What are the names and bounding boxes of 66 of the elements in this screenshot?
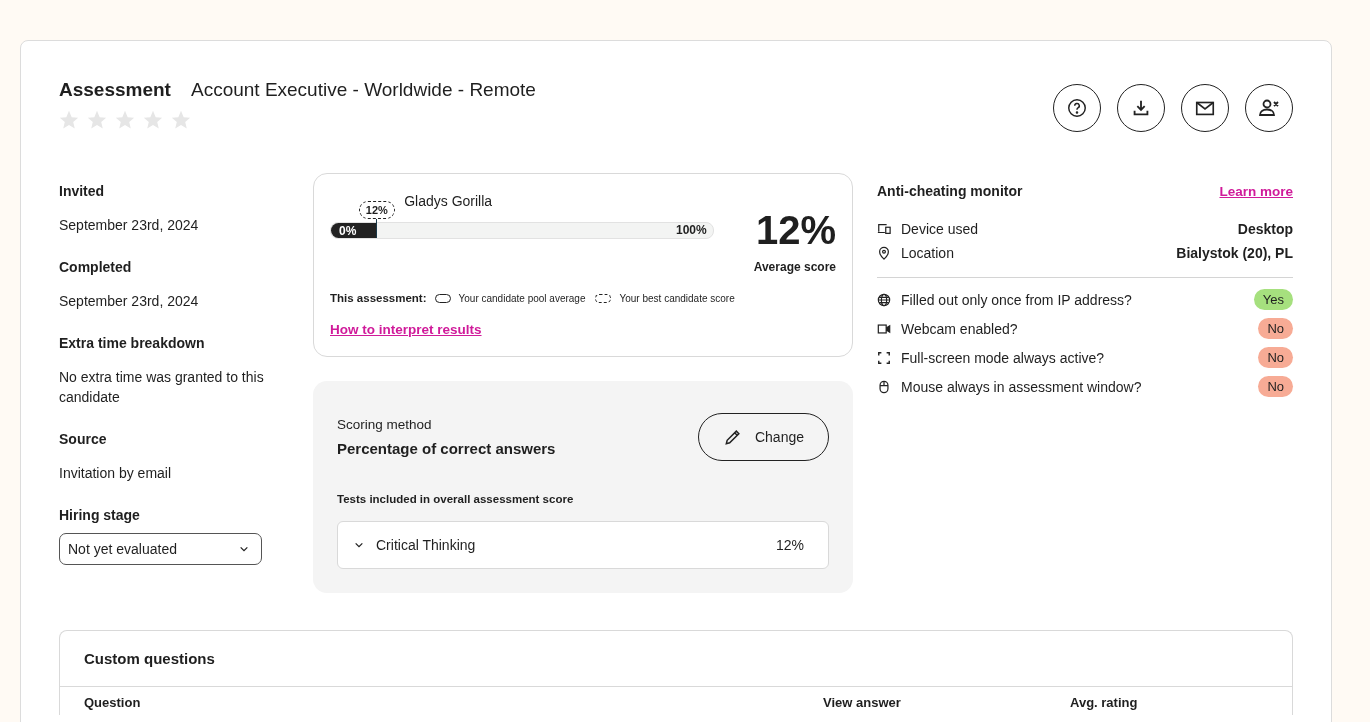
candidate-name: Gladys Gorilla — [404, 193, 493, 209]
check-label: Mouse always in assessment window? — [901, 378, 1143, 395]
download-button[interactable] — [1117, 84, 1165, 132]
remove-candidate-button[interactable] — [1245, 84, 1293, 132]
column-header: Avg. rating — [1070, 695, 1138, 710]
fullscreen-icon — [877, 350, 891, 365]
star-icon[interactable] — [142, 109, 164, 131]
detail-label: Completed — [59, 259, 133, 275]
pencil-icon — [722, 427, 743, 447]
star-icon[interactable] — [114, 109, 136, 131]
detail-value: September 23rd, 2024 — [59, 216, 200, 235]
info-label: Device used — [901, 221, 980, 237]
info-value: Desktop — [1237, 221, 1293, 237]
check-result: No — [1258, 318, 1293, 339]
location-pin-icon — [877, 246, 891, 260]
hiring-stage-dropdown[interactable]: Not yet evaluated — [59, 533, 262, 565]
average-score-label: Average score — [753, 260, 836, 274]
detail-value: No extra time was granted to this candidate — [59, 368, 265, 407]
star-icon[interactable] — [58, 109, 80, 131]
min-label: 0% — [338, 223, 357, 238]
check-result: No — [1258, 347, 1293, 368]
check-label: Webcam enabled? — [901, 320, 1019, 337]
chevron-down-icon — [354, 540, 364, 550]
chevron-down-icon — [239, 544, 249, 554]
help-icon — [1066, 97, 1088, 119]
check-result: No — [1258, 376, 1293, 397]
max-label: 100% — [676, 223, 707, 238]
test-score: 12% — [775, 537, 804, 553]
detail-label: Extra time breakdown — [59, 335, 206, 351]
detail-label: Hiring stage — [59, 507, 141, 523]
tests-title: Tests included in overall assessment score — [337, 493, 575, 505]
score-marker: 12% — [358, 201, 395, 219]
legend-label: Your best candidate score — [619, 292, 735, 304]
legend-title: This assessment: — [330, 292, 427, 304]
globe-icon — [877, 292, 891, 307]
star-icon[interactable] — [86, 109, 108, 131]
star-icon[interactable] — [170, 109, 192, 131]
detail-label: Source — [59, 431, 108, 447]
help-button[interactable] — [1053, 84, 1101, 132]
column-header: Question — [84, 695, 141, 710]
check-label: Filled out only once from IP address? — [901, 291, 1133, 308]
test-name: Critical Thinking — [376, 537, 477, 553]
detail-value: Invitation by email — [59, 464, 173, 483]
section-title: Anti-cheating monitor — [877, 183, 1023, 199]
video-camera-icon — [877, 321, 891, 336]
average-score: 12% — [754, 210, 836, 250]
legend-label: Your candidate pool average — [458, 292, 586, 304]
section-title: Custom questions — [60, 631, 1292, 687]
detail-value: September 23rd, 2024 — [59, 292, 200, 311]
column-header: View answer — [823, 695, 901, 710]
check-result: Yes — [1253, 289, 1293, 310]
learn-more-link[interactable]: Learn more — [1219, 183, 1293, 199]
mouse-icon — [877, 379, 891, 394]
star-rating[interactable] — [58, 109, 192, 131]
email-button[interactable] — [1181, 84, 1229, 132]
detail-label: Invited — [59, 183, 106, 199]
devices-icon — [877, 222, 891, 236]
info-value: Bialystok (20), PL — [1176, 245, 1293, 261]
info-label: Location — [901, 245, 955, 261]
page-title: Assessment — [59, 79, 171, 101]
scoring-label: Scoring method — [337, 417, 433, 432]
job-title: Account Executive - Worldwide - Remote — [190, 79, 536, 101]
check-label: Full-screen mode always active? — [901, 349, 1106, 366]
interpret-results-link[interactable]: How to interpret results — [330, 322, 482, 337]
scoring-method: Percentage of correct answers — [337, 440, 556, 457]
test-row[interactable]: Critical Thinking 12% — [337, 521, 829, 569]
